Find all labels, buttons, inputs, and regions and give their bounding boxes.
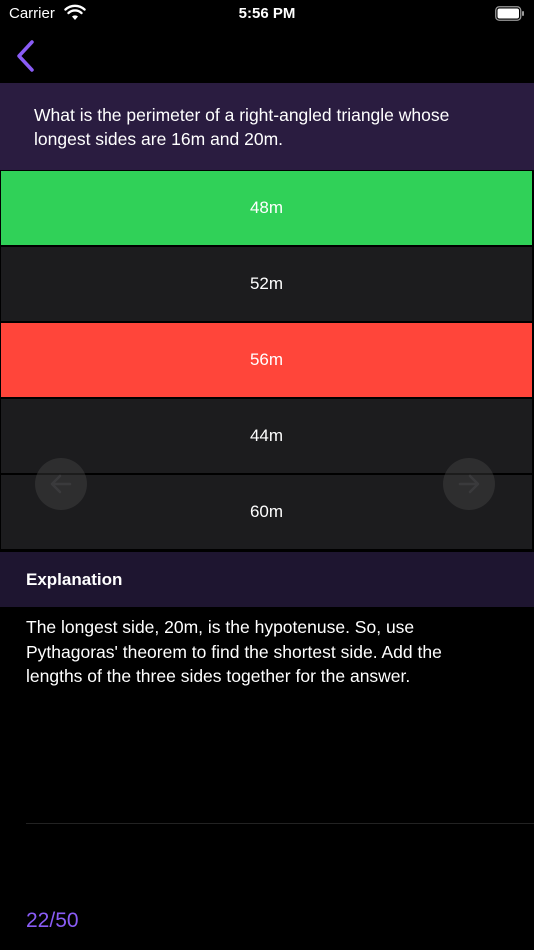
question-text: What is the perimeter of a right-angled … (34, 105, 450, 149)
question-progress: 22/50 (26, 909, 79, 932)
answer-label: 48m (249, 198, 284, 217)
back-button[interactable] (10, 38, 44, 74)
answer-option-3[interactable]: 56m (1, 323, 532, 397)
next-question-button[interactable] (443, 458, 495, 510)
answer-label: 44m (249, 426, 284, 445)
question-panel: What is the perimeter of a right-angled … (0, 83, 534, 170)
answer-option-1[interactable]: 48m (1, 171, 532, 245)
explanation-title: Explanation (26, 570, 123, 589)
answer-label: 60m (249, 502, 284, 521)
status-time: 5:56 PM (238, 5, 296, 22)
divider (26, 823, 534, 824)
answer-label: 56m (249, 350, 284, 369)
chevron-left-icon (17, 40, 34, 72)
arrow-left-icon (50, 474, 72, 494)
answer-option-4[interactable]: 44m (1, 399, 532, 473)
explanation-header: Explanation (0, 552, 534, 607)
previous-question-button[interactable] (35, 458, 87, 510)
arrow-right-icon (458, 474, 480, 494)
answer-label: 52m (249, 274, 284, 293)
status-bar: Carrier 5:56 PM (0, 0, 534, 30)
explanation-text: The longest side, 20m, is the hypotenuse… (26, 617, 442, 686)
battery-icon (495, 6, 524, 21)
navigation-bar (0, 30, 534, 82)
answer-option-2[interactable]: 52m (1, 247, 532, 321)
